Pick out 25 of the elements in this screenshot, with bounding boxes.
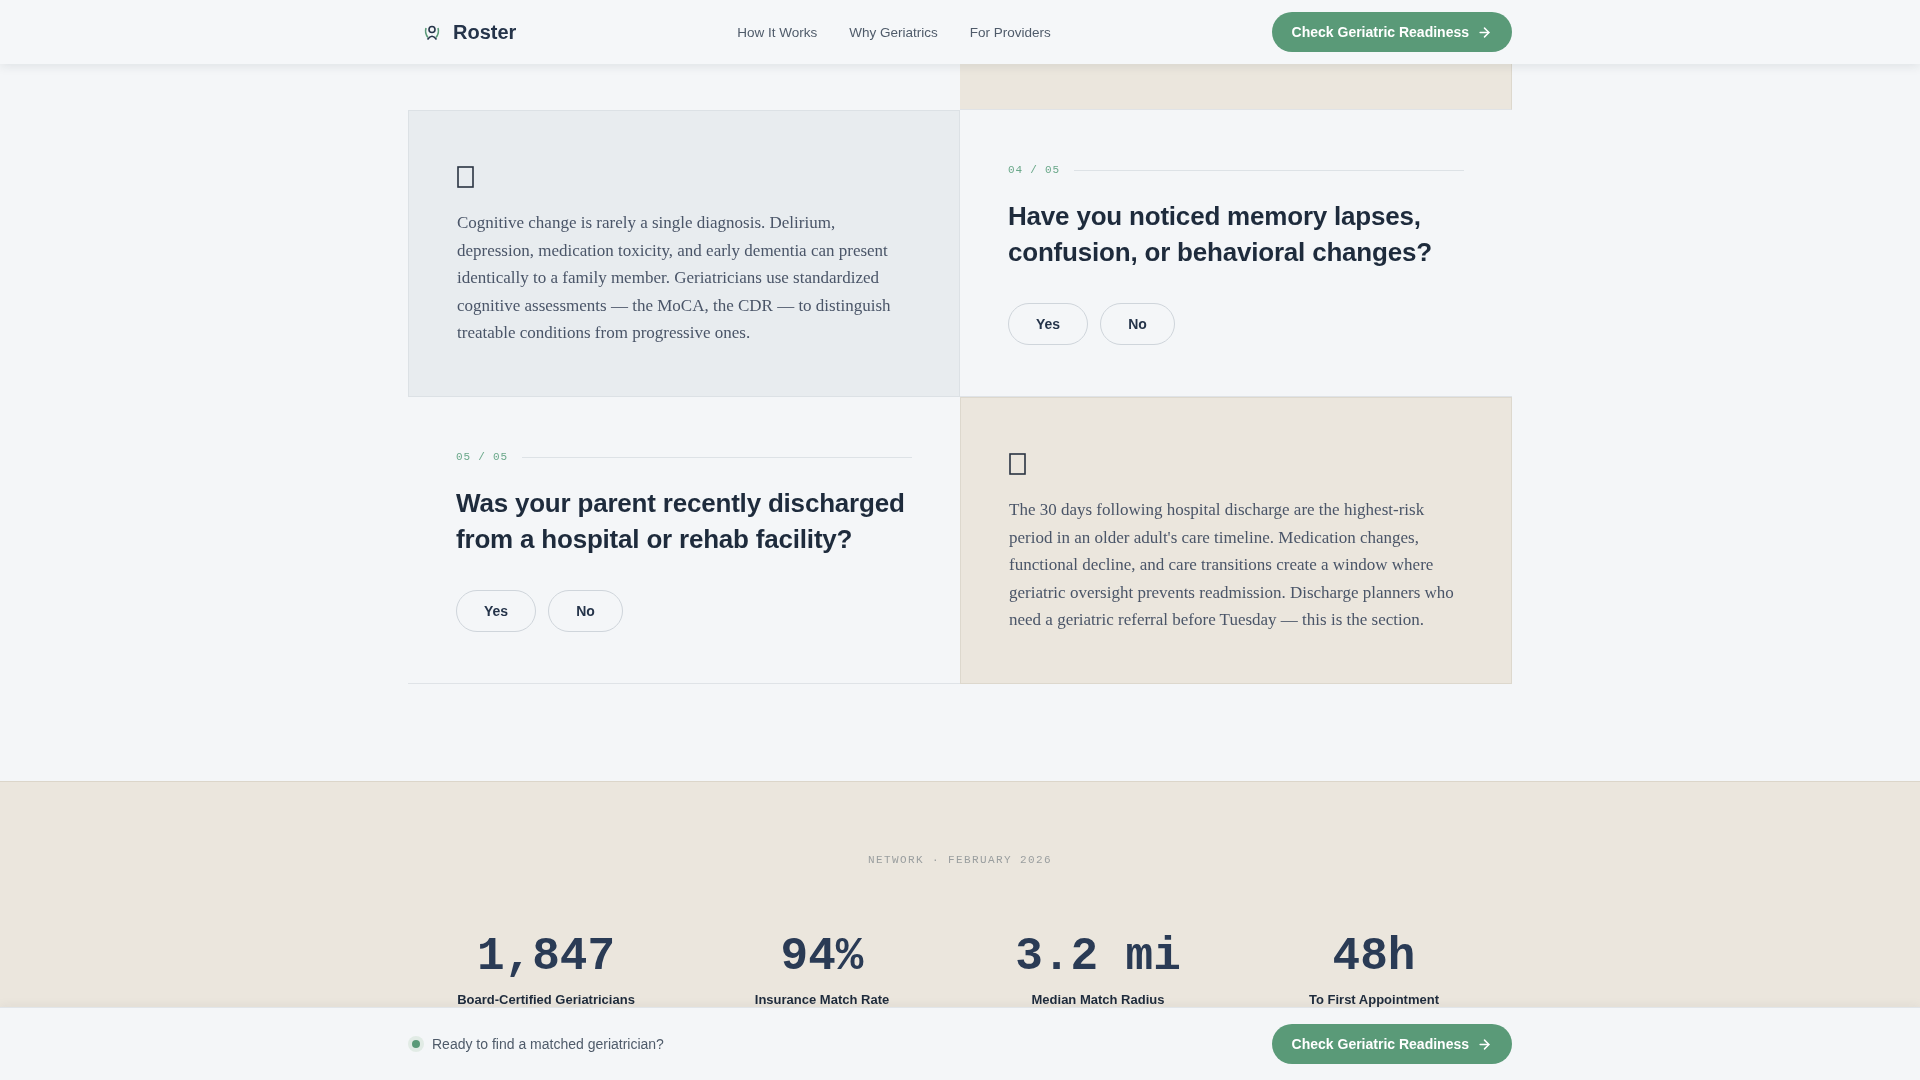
stat-value: 48h: [1332, 934, 1416, 980]
brand-name: Roster: [453, 20, 517, 44]
nav-link[interactable]: For Providers: [969, 24, 1051, 40]
rectangle-icon: [1009, 453, 1026, 475]
stat-label: Insurance Match Rate: [754, 992, 890, 1007]
person-wreath-icon: [423, 23, 441, 41]
stat-value: 1,847: [477, 934, 615, 980]
prompt-text: Ready to find a matched geriatrician?: [432, 1036, 664, 1052]
info-text: Cognitive change is rarely a single diagnosis. Delirium, depression, medication toxicity, and early dementia can present identically to a family member. Geriatricians use standardized cognitive assessments — the MoCA, the CDR — to distinguish treatable conditions from progressive ones.: [457, 212, 892, 345]
nav-link[interactable]: How It Works: [737, 24, 818, 40]
step-counter: 04 / 05: [1008, 164, 1060, 176]
stat-label: To First Appointment: [1309, 992, 1439, 1007]
info-text: The 30 days following hospital discharge are the highest-risk period in an older adult's care timeline. Medication changes, functional decline, and care transitions create a window where geriatric oversight prevents readmission. Discharge planners who need a geriatric referral before Tuesday — this is the section.: [1009, 499, 1455, 632]
section-label: NETWORK · FEBRUARY 2026: [868, 853, 1052, 867]
arrow-right-icon: [1477, 1036, 1492, 1052]
stat-label: Board-Certified Geriatricians: [457, 992, 635, 1007]
stat-label: Median Match Radius: [1031, 992, 1165, 1007]
question-title: Have you noticed memory lapses, confusion, or behavioral changes?: [1008, 200, 1433, 269]
question-title: Was your parent recently discharged from a hospital or rehab facility?: [456, 487, 906, 556]
status-dot-icon: [408, 1036, 424, 1052]
stat-value: 94%: [780, 934, 864, 980]
step-counter: 05 / 05: [456, 451, 508, 463]
rectangle-icon: [457, 166, 474, 188]
stat-value: 3.2 mi: [1015, 934, 1181, 980]
nav-link[interactable]: Why Geriatrics: [849, 24, 938, 40]
